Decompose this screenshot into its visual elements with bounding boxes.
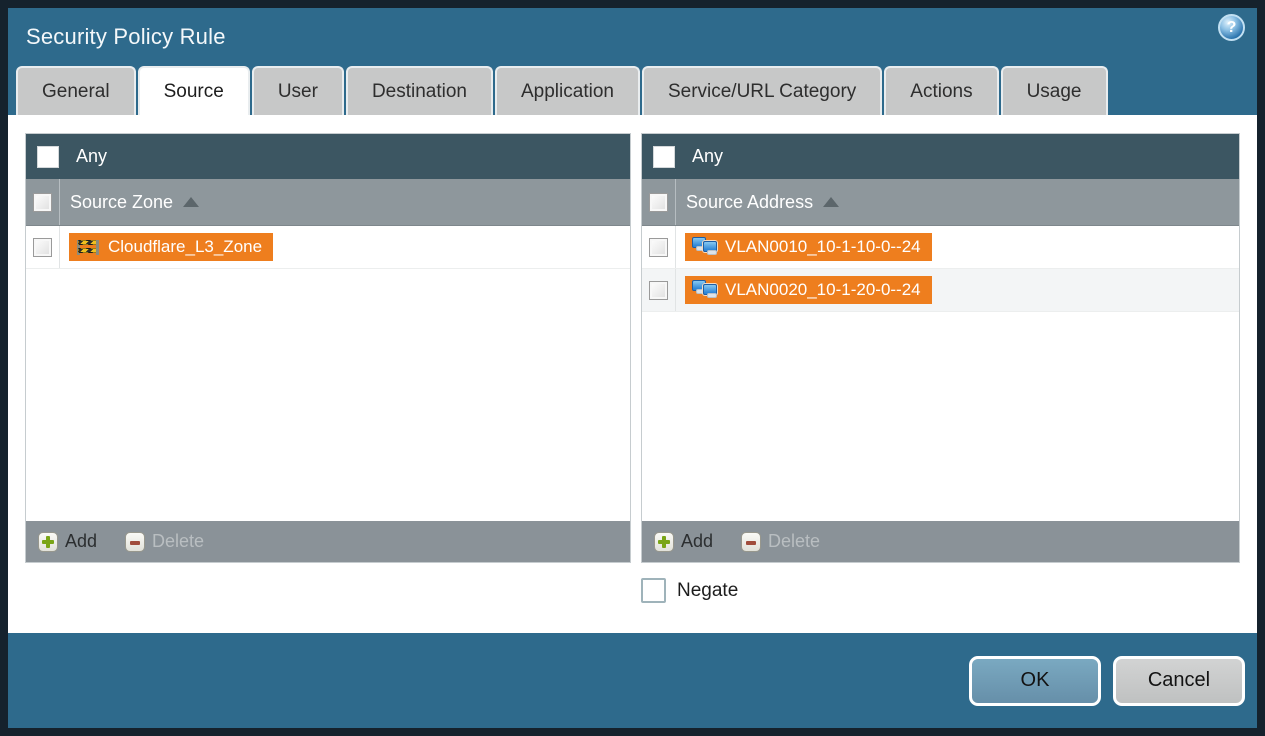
source-address-toolbar: Add Delete	[642, 521, 1239, 562]
source-zone-row-checkbox[interactable]	[33, 237, 52, 257]
dialog-footer: OK Cancel	[8, 633, 1257, 728]
tab-bar: General Source User Destination Applicat…	[8, 66, 1257, 115]
tab-content-source: Any Source Zone Cloudflare_L3_Zone Add D…	[8, 115, 1257, 633]
source-address-item[interactable]: VLAN0010_10-1-10-0--24	[685, 233, 932, 261]
cancel-button[interactable]: Cancel	[1113, 655, 1245, 706]
tab-user[interactable]: User	[251, 66, 344, 115]
source-zone-add-button[interactable]: Add	[38, 531, 97, 552]
source-address-any-header: Any	[642, 134, 1239, 179]
negate-row: Negate	[641, 578, 1257, 603]
tab-application[interactable]: Application	[495, 66, 640, 115]
dialog-title: Security Policy Rule	[26, 24, 226, 49]
source-address-any-label: Any	[692, 146, 724, 166]
source-zone-any-header: Any	[26, 134, 630, 179]
dialog-titlebar: Security Policy Rule ?	[8, 8, 1257, 66]
source-address-item-label: VLAN0020_10-1-20-0--24	[725, 280, 921, 299]
source-address-panel: Any Source Address VLAN0010_10-1-10-0--2…	[641, 133, 1240, 563]
negate-label: Negate	[677, 579, 739, 601]
delete-minus-icon	[125, 531, 146, 552]
add-plus-icon	[654, 531, 674, 552]
source-address-row-checkbox[interactable]	[649, 237, 668, 257]
source-zone-list: Cloudflare_L3_Zone	[26, 226, 630, 521]
source-zone-item[interactable]: Cloudflare_L3_Zone	[69, 233, 274, 261]
table-row: Cloudflare_L3_Zone	[26, 226, 630, 269]
source-address-row-checkbox[interactable]	[649, 280, 668, 300]
source-address-item-label: VLAN0010_10-1-10-0--24	[725, 237, 921, 256]
address-icon	[692, 237, 717, 257]
tab-source[interactable]: Source	[137, 66, 250, 115]
source-zone-toolbar: Add Delete	[26, 521, 630, 562]
zone-icon	[76, 238, 100, 256]
add-plus-icon	[38, 531, 58, 552]
tab-destination[interactable]: Destination	[345, 66, 493, 115]
sort-ascending-icon	[183, 197, 200, 207]
tab-general[interactable]: General	[16, 66, 136, 115]
help-icon[interactable]: ?	[1218, 14, 1245, 41]
source-zone-column-header: Source Zone	[26, 179, 630, 226]
table-row: VLAN0010_10-1-10-0--24	[642, 226, 1239, 269]
tab-actions[interactable]: Actions	[884, 66, 999, 115]
tab-usage[interactable]: Usage	[1000, 66, 1108, 115]
source-address-any-checkbox[interactable]	[653, 145, 675, 168]
source-zone-any-label: Any	[76, 146, 108, 166]
address-icon	[692, 280, 717, 300]
security-policy-rule-dialog: Security Policy Rule ? General Source Us…	[0, 0, 1265, 736]
source-zone-any-checkbox[interactable]	[37, 145, 59, 168]
source-address-select-all-checkbox[interactable]	[649, 192, 668, 212]
source-zone-panel: Any Source Zone Cloudflare_L3_Zone Add D…	[25, 133, 631, 563]
source-address-add-button[interactable]: Add	[654, 531, 713, 552]
ok-button[interactable]: OK	[969, 655, 1101, 706]
source-address-list: VLAN0010_10-1-10-0--24 VLAN0020_10-1-20-…	[642, 226, 1239, 521]
tab-service-url-category[interactable]: Service/URL Category	[641, 66, 883, 115]
source-zone-column-title[interactable]: Source Zone	[70, 192, 173, 213]
source-address-delete-button[interactable]: Delete	[741, 531, 820, 552]
source-zone-delete-button[interactable]: Delete	[125, 531, 204, 552]
sort-ascending-icon	[823, 197, 840, 207]
negate-checkbox[interactable]	[641, 578, 666, 603]
source-zone-item-label: Cloudflare_L3_Zone	[108, 237, 263, 256]
delete-minus-icon	[741, 531, 762, 552]
source-panels: Any Source Zone Cloudflare_L3_Zone Add D…	[25, 133, 1240, 563]
source-zone-select-all-checkbox[interactable]	[33, 192, 52, 212]
table-row: VLAN0020_10-1-20-0--24	[642, 269, 1239, 312]
source-address-column-title[interactable]: Source Address	[686, 192, 813, 213]
source-address-column-header: Source Address	[642, 179, 1239, 226]
source-address-item[interactable]: VLAN0020_10-1-20-0--24	[685, 276, 932, 304]
